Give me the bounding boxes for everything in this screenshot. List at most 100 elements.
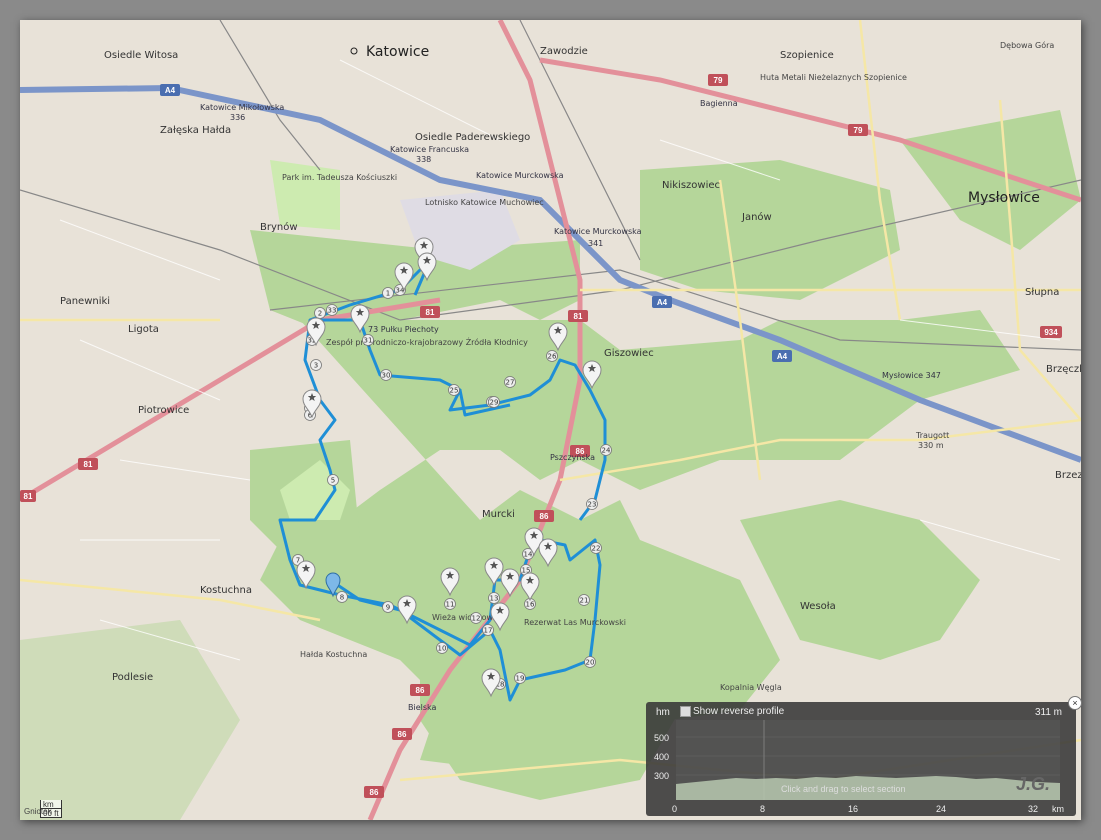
waypoint-label: 1 xyxy=(386,290,390,298)
waypoint-label: 3 xyxy=(314,362,318,370)
waypoint-label: 22 xyxy=(592,545,601,553)
label-myslowice-347: Mysłowice 347 xyxy=(882,371,941,380)
waypoint-marker: 24 xyxy=(600,444,612,456)
waypoint-label: 16 xyxy=(526,601,535,609)
profile-y-tick-500: 500 xyxy=(654,733,670,743)
label-road-338: 338 xyxy=(416,155,431,164)
waypoint-label: 5 xyxy=(331,477,335,485)
waypoint-label: 29 xyxy=(490,399,499,407)
profile-y-unit: hm xyxy=(656,707,670,718)
label-wesola: Wesoła xyxy=(800,601,836,612)
label-francuska: Katowice Francuska xyxy=(390,145,469,154)
svg-text:86: 86 xyxy=(540,512,549,521)
label-murckowska-2: Katowice Murckowska xyxy=(554,227,642,236)
map-frame[interactable]: A4 A4 A4 79 79 81 81 81 81 86 86 86 86 8… xyxy=(20,20,1081,820)
waypoint-marker: 2 xyxy=(314,307,326,319)
profile-x-tick-16: 16 xyxy=(848,804,859,814)
svg-text:79: 79 xyxy=(854,126,863,135)
waypoint-label: 31 xyxy=(364,337,373,345)
svg-text:81: 81 xyxy=(84,460,93,469)
waypoint-marker: 9 xyxy=(382,601,394,613)
waypoint-marker: 20 xyxy=(584,656,596,668)
label-osiedle-witosa: Osiedle Witosa xyxy=(104,50,178,61)
waypoint-marker: 27 xyxy=(504,376,516,388)
label-podlesie: Podlesie xyxy=(112,672,153,683)
label-osiedle-paderewskiego: Osiedle Paderewskiego xyxy=(415,132,530,143)
waypoint-marker: 10 xyxy=(436,642,448,654)
map-canvas[interactable]: A4 A4 A4 79 79 81 81 81 81 86 86 86 86 8… xyxy=(20,20,1081,820)
shield-86-c: 86 xyxy=(410,684,430,696)
label-panewniki: Panewniki xyxy=(60,296,110,307)
svg-text:86: 86 xyxy=(370,788,379,797)
profile-x-unit: km xyxy=(1052,804,1064,814)
waypoint-label: 2 xyxy=(318,310,322,318)
shield-81-b: 81 xyxy=(78,458,98,470)
label-giszowiec: Giszowiec xyxy=(604,348,654,359)
label-traugott: Traugott xyxy=(915,431,949,440)
waypoint-marker: 8 xyxy=(336,591,348,603)
reverse-profile-checkbox[interactable] xyxy=(680,706,691,717)
shield-a4-center: A4 xyxy=(652,296,672,308)
label-katowice: Katowice xyxy=(366,44,429,60)
label-rezerwat: Rezerwat Las Murckowski xyxy=(524,618,626,627)
label-gniotek: Gniotek xyxy=(24,807,52,816)
svg-text:A4: A4 xyxy=(777,352,788,361)
shield-81-d: 81 xyxy=(568,310,588,322)
waypoint-label: 13 xyxy=(490,595,499,603)
label-szopienice: Szopienice xyxy=(780,50,834,61)
shield-86-e: 86 xyxy=(364,786,384,798)
label-brzeczkowice: Brzęczko xyxy=(1046,364,1081,375)
label-bielska: Bielska xyxy=(408,703,437,712)
waypoint-label: 9 xyxy=(386,604,390,612)
waypoint-marker: 12 xyxy=(470,612,482,624)
waypoint-label: 10 xyxy=(438,645,447,653)
waypoint-marker: 29 xyxy=(488,396,500,408)
label-janow: Janów xyxy=(741,211,772,223)
profile-x-tick-24: 24 xyxy=(936,804,947,814)
label-murckowska: Katowice Murckowska xyxy=(476,171,564,180)
waypoint-label: 17 xyxy=(484,627,493,635)
label-zaleska-halda: Załęska Hałda xyxy=(160,125,231,136)
waypoint-marker: 31 xyxy=(362,334,374,346)
shield-79-b: 79 xyxy=(848,124,868,136)
waypoint-marker: 13 xyxy=(488,592,500,604)
waypoint-marker: 1 xyxy=(382,287,394,299)
waypoint-marker: 22 xyxy=(590,542,602,554)
svg-text:86: 86 xyxy=(416,686,425,695)
close-icon[interactable]: × xyxy=(1068,696,1082,710)
waypoint-label: 23 xyxy=(588,501,597,509)
shield-81-a: 81 xyxy=(420,306,440,318)
waypoint-label: 8 xyxy=(340,594,344,602)
shield-81-c: 81 xyxy=(20,490,36,502)
svg-text:81: 81 xyxy=(24,492,33,501)
elevation-profile[interactable]: hm Show reverse profile 311 m × 500 400 … xyxy=(646,696,1082,816)
label-slupna: Słupna xyxy=(1025,287,1059,298)
waypoint-marker: 26 xyxy=(546,350,558,362)
reverse-profile-toggle[interactable]: Show reverse profile xyxy=(680,706,784,717)
waypoint-marker: 25 xyxy=(448,384,460,396)
waypoint-label: 26 xyxy=(548,353,557,361)
profile-y-tick-400: 400 xyxy=(654,752,670,762)
label-road-341: 341 xyxy=(588,239,603,248)
svg-text:934: 934 xyxy=(1044,328,1058,337)
waypoint-marker: 17 xyxy=(482,624,494,636)
svg-text:81: 81 xyxy=(574,312,583,321)
svg-text:A4: A4 xyxy=(657,298,668,307)
label-bagienna: Bagienna xyxy=(700,99,738,108)
profile-hint: Click and drag to select section xyxy=(781,784,906,794)
label-kopalnia: Kopalnia Węgla xyxy=(720,683,782,692)
profile-logo: J.G. xyxy=(1015,774,1050,794)
label-ligota: Ligota xyxy=(128,324,159,335)
label-park: Park im. Tadeusza Kościuszki xyxy=(282,172,397,182)
label-murcki: Murcki xyxy=(482,509,515,520)
label-brynow: Brynów xyxy=(260,221,298,233)
waypoint-marker: 23 xyxy=(586,498,598,510)
svg-text:81: 81 xyxy=(426,308,435,317)
label-myslowice: Mysłowice xyxy=(968,190,1040,206)
waypoint-marker: 3 xyxy=(310,359,322,371)
waypoint-label: 33 xyxy=(328,307,337,315)
waypoint-marker: 19 xyxy=(514,672,526,684)
waypoint-marker: 5 xyxy=(327,474,339,486)
waypoint-label: 27 xyxy=(506,379,515,387)
label-mikolowska: Katowice Mikołowska xyxy=(200,103,284,112)
